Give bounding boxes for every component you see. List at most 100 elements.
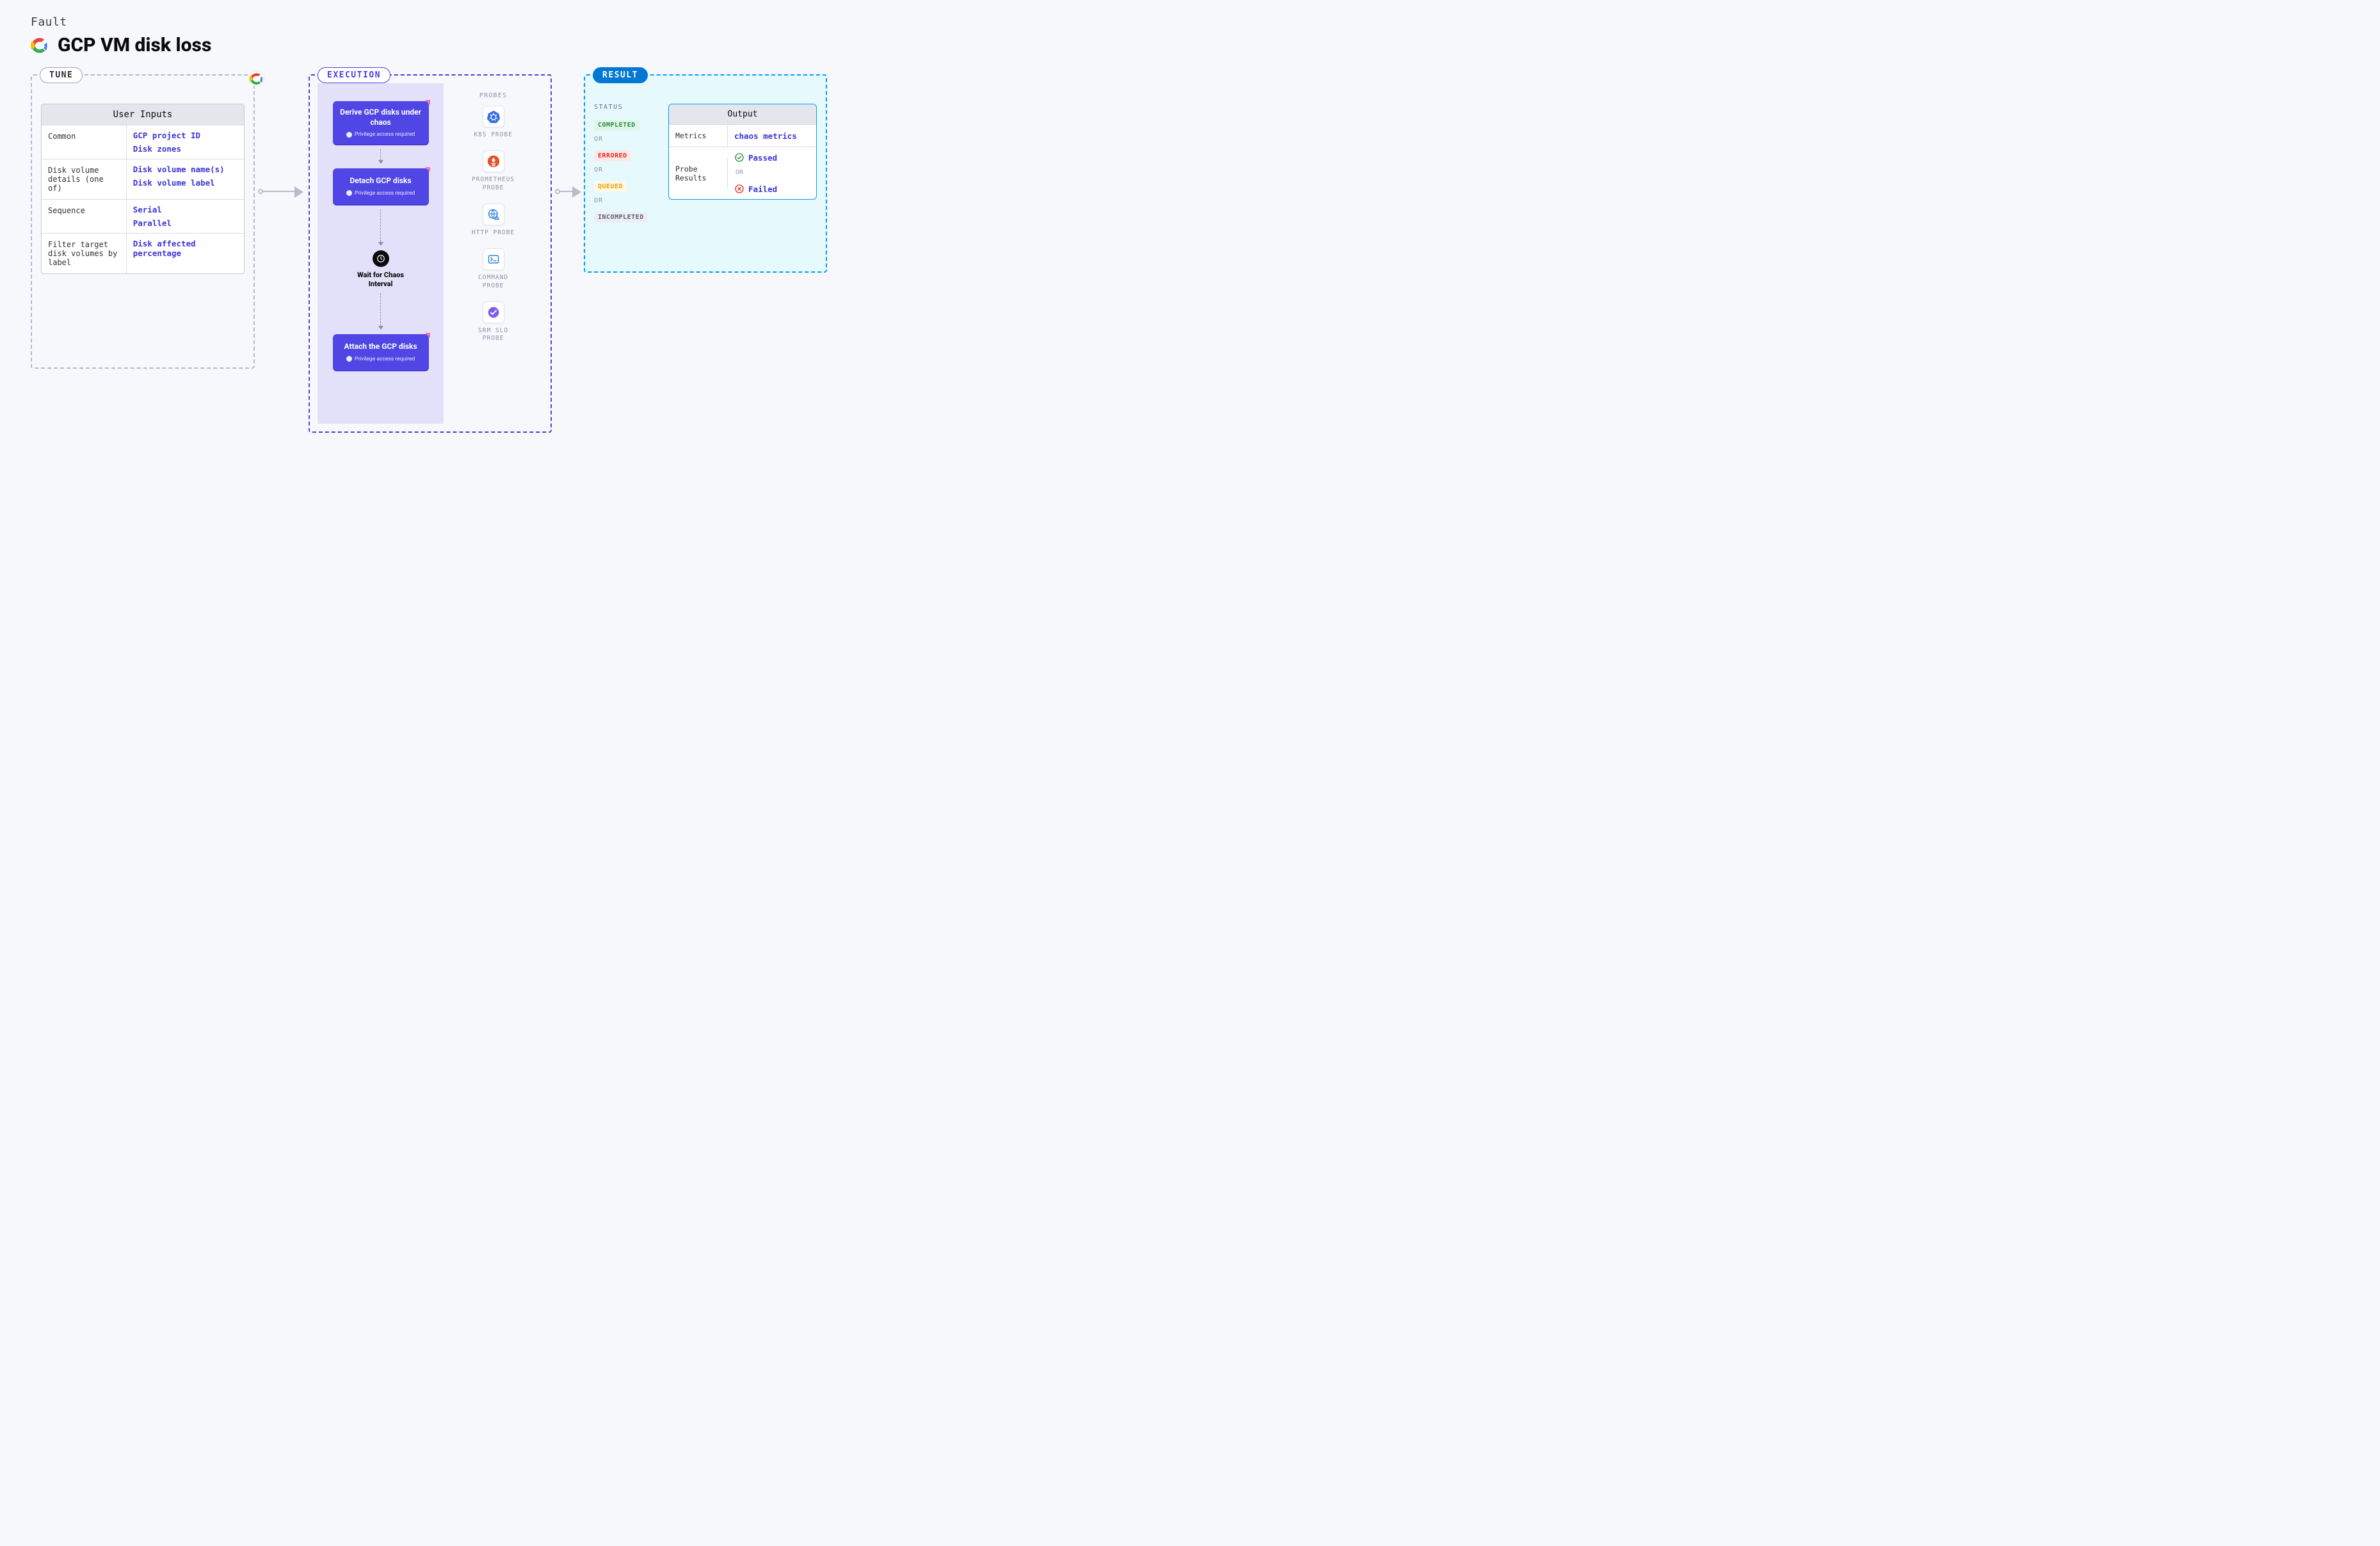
step-title: Derive GCP disks under chaos bbox=[339, 108, 422, 127]
row-values: Disk affected percentage bbox=[127, 234, 244, 273]
slo-check-icon bbox=[483, 302, 504, 323]
output-header: Output bbox=[669, 104, 816, 124]
step-title: Detach GCP disks bbox=[339, 176, 422, 186]
probe-result-failed: Failed bbox=[734, 184, 810, 194]
dot-icon bbox=[346, 132, 352, 138]
flow-arrow-down bbox=[380, 293, 381, 329]
arrow-head-icon bbox=[294, 186, 303, 198]
title-text: GCP VM disk loss bbox=[58, 34, 211, 56]
probe-k8s: K8S PROBE bbox=[449, 106, 538, 139]
table-row: Sequence Serial Parallel bbox=[42, 199, 244, 233]
row-values: chaos metrics bbox=[728, 126, 816, 146]
status-badge-completed: COMPLETED bbox=[594, 120, 639, 131]
probe-label: SRM SLO PROBE bbox=[478, 327, 508, 343]
result-panel: RESULT STATUS COMPLETED OR ERRORED OR QU… bbox=[584, 74, 827, 273]
step-privilege-note: Privilege access required bbox=[339, 190, 422, 197]
row-values: GCP project ID Disk zones bbox=[127, 125, 244, 159]
table-row: Common GCP project ID Disk zones bbox=[42, 125, 244, 159]
step-attach-disks: Attach the GCP disks Privilege access re… bbox=[333, 334, 429, 370]
table-row: Filter target disk volumes by label Disk… bbox=[42, 233, 244, 273]
row-key: Metrics bbox=[669, 125, 728, 147]
probe-result-passed: Passed bbox=[734, 152, 810, 163]
input-value: Parallel bbox=[133, 218, 237, 228]
or-label: OR bbox=[594, 136, 658, 143]
row-key: Common bbox=[42, 125, 127, 159]
prometheus-icon bbox=[483, 150, 504, 172]
step-corner-badge-icon bbox=[425, 100, 430, 105]
tune-panel: TUNE User Inputs Common GCP project ID D… bbox=[31, 74, 255, 369]
or-label: OR bbox=[734, 166, 810, 180]
wait-label: Wait for Chaos Interval bbox=[346, 271, 416, 289]
page-header: Fault GCP VM disk loss bbox=[31, 15, 2349, 56]
status-badge-queued: QUEUED bbox=[594, 181, 627, 192]
probe-prometheus: PROMETHEUS PROBE bbox=[449, 150, 538, 192]
table-row: Disk volume details (one of) Disk volume… bbox=[42, 159, 244, 199]
input-value: Serial bbox=[133, 205, 237, 214]
row-values: Serial Parallel bbox=[127, 200, 244, 233]
table-row: Metrics chaos metrics bbox=[669, 124, 816, 147]
flow-arrow-down bbox=[380, 149, 381, 163]
execution-steps-column: Derive GCP disks under chaos Privilege a… bbox=[318, 83, 444, 424]
tune-pill: TUNE bbox=[40, 67, 83, 83]
arrow-exec-to-result bbox=[557, 191, 580, 192]
dot-icon bbox=[346, 190, 352, 196]
probes-column: PROBES K8S PROBE PROMETHEUS PROBE bbox=[444, 83, 543, 424]
x-circle-icon bbox=[734, 184, 744, 194]
row-values: Disk volume name(s) Disk volume label bbox=[127, 159, 244, 199]
passed-label: Passed bbox=[748, 153, 777, 163]
terminal-icon bbox=[483, 248, 504, 270]
input-value: Disk volume name(s) bbox=[133, 165, 237, 174]
step-detach-disks: Detach GCP disks Privilege access requir… bbox=[333, 168, 429, 204]
status-badge-errored: ERRORED bbox=[594, 150, 631, 161]
input-value: GCP project ID bbox=[133, 131, 237, 140]
input-value: Disk zones bbox=[133, 144, 237, 154]
diagram-stage: TUNE User Inputs Common GCP project ID D… bbox=[31, 74, 2349, 433]
row-key: Sequence bbox=[42, 200, 127, 233]
execution-panel: EXECUTION Derive GCP disks under chaos P… bbox=[309, 74, 552, 433]
status-header: STATUS bbox=[594, 104, 658, 111]
gcp-badge-icon bbox=[248, 70, 265, 87]
or-label: OR bbox=[594, 197, 658, 204]
step-corner-badge-icon bbox=[425, 333, 430, 338]
eyebrow-label: Fault bbox=[31, 15, 2349, 29]
status-column: STATUS COMPLETED OR ERRORED OR QUEUED OR… bbox=[594, 104, 658, 262]
step-privilege-note: Privilege access required bbox=[339, 131, 422, 138]
step-derive-disks: Derive GCP disks under chaos Privilege a… bbox=[333, 101, 429, 144]
row-key: Probe Results bbox=[669, 158, 728, 189]
globe-warning-icon bbox=[483, 204, 504, 225]
check-circle-icon bbox=[734, 152, 744, 163]
failed-label: Failed bbox=[748, 184, 777, 194]
probe-label: K8S PROBE bbox=[474, 131, 512, 139]
metrics-value: chaos metrics bbox=[734, 131, 810, 141]
flow-arrow-down bbox=[380, 209, 381, 245]
input-value: Disk affected percentage bbox=[133, 239, 237, 258]
row-key: Disk volume details (one of) bbox=[42, 159, 127, 199]
probe-label: HTTP PROBE bbox=[472, 229, 515, 237]
status-badge-incompleted: INCOMPLETED bbox=[594, 212, 648, 223]
execution-pill: EXECUTION bbox=[318, 67, 390, 83]
step-corner-badge-icon bbox=[425, 167, 430, 172]
step-privilege-note: Privilege access required bbox=[339, 356, 422, 362]
result-pill: RESULT bbox=[593, 67, 648, 83]
arrow-tune-to-exec bbox=[260, 191, 302, 192]
row-values: Passed OR Failed bbox=[728, 147, 816, 199]
output-card: Output Metrics chaos metrics Probe Resul… bbox=[668, 104, 817, 200]
connector-start-dot bbox=[555, 189, 560, 194]
arrow-head-icon bbox=[572, 186, 581, 198]
dot-icon bbox=[346, 356, 352, 362]
gcp-logo-icon bbox=[31, 36, 49, 54]
probe-label: COMMAND PROBE bbox=[478, 274, 508, 290]
probe-command: COMMAND PROBE bbox=[449, 248, 538, 290]
probe-srm-slo: SRM SLO PROBE bbox=[449, 302, 538, 343]
probe-label: PROMETHEUS PROBE bbox=[472, 176, 515, 192]
probes-header: PROBES bbox=[449, 92, 538, 99]
user-inputs-header: User Inputs bbox=[42, 104, 244, 125]
connector-start-dot bbox=[258, 189, 263, 194]
kubernetes-icon bbox=[483, 106, 504, 127]
input-value: Disk volume label bbox=[133, 178, 237, 188]
or-label: OR bbox=[594, 166, 658, 173]
page-title: GCP VM disk loss bbox=[31, 34, 2349, 56]
table-row: Probe Results Passed OR Failed bbox=[669, 147, 816, 199]
step-title: Attach the GCP disks bbox=[339, 342, 422, 352]
user-inputs-table: User Inputs Common GCP project ID Disk z… bbox=[41, 104, 245, 274]
